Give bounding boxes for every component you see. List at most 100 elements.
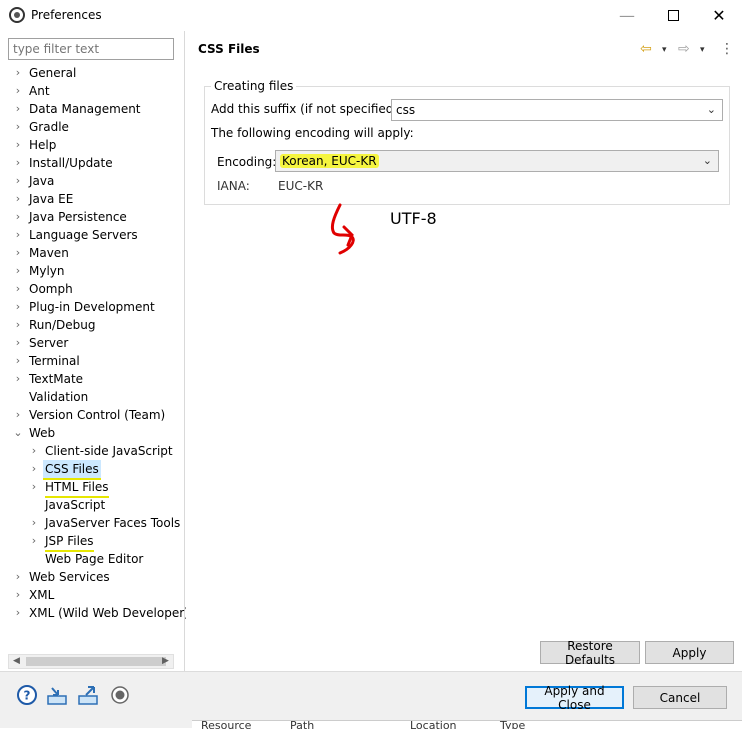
tree-item-client-side-javascript[interactable]: › Client-side JavaScript — [0, 442, 184, 460]
tree-item-label: Oomph — [29, 282, 73, 296]
expand-chevron-icon[interactable]: › — [13, 604, 23, 622]
expand-chevron-icon[interactable]: › — [29, 442, 39, 460]
expand-chevron-icon — [13, 388, 23, 406]
tree-item-version-control-team[interactable]: › Version Control (Team) — [0, 406, 184, 424]
expand-chevron-icon[interactable]: › — [13, 334, 23, 352]
maximize-button[interactable] — [650, 0, 696, 31]
expand-chevron-icon[interactable]: › — [13, 370, 23, 388]
tree-item-xml-wild-web-developer[interactable]: › XML (Wild Web Developer) — [0, 604, 189, 622]
expanded-chevron-icon[interactable]: ⌄ — [13, 424, 23, 442]
encoding-note: The following encoding will apply: — [211, 126, 414, 140]
tree-item-java-persistence[interactable]: › Java Persistence — [0, 208, 184, 226]
expand-chevron-icon[interactable]: › — [13, 154, 23, 172]
tree-item-textmate[interactable]: › TextMate — [0, 370, 184, 388]
filter-input[interactable] — [8, 38, 174, 60]
tree-item-label: Run/Debug — [29, 318, 96, 332]
expand-chevron-icon — [29, 496, 39, 514]
expand-chevron-icon[interactable]: › — [13, 190, 23, 208]
tree-item-label: Data Management — [29, 102, 141, 116]
tree-item-data-management[interactable]: › Data Management — [0, 100, 184, 118]
expand-chevron-icon[interactable]: › — [13, 172, 23, 190]
tree-item-install-update[interactable]: › Install/Update — [0, 154, 184, 172]
apply-button[interactable]: Apply — [645, 641, 734, 664]
tree-item-maven[interactable]: › Maven — [0, 244, 184, 262]
scroll-left-arrow-icon[interactable]: ◀ — [9, 655, 24, 668]
help-icon[interactable]: ? — [16, 684, 38, 706]
tree-item-mylyn[interactable]: › Mylyn — [0, 262, 184, 280]
forward-arrow-icon[interactable]: ⇨ — [678, 41, 690, 57]
tree-item-java-ee[interactable]: › Java EE — [0, 190, 184, 208]
expand-chevron-icon[interactable]: › — [13, 298, 23, 316]
maximize-icon — [667, 10, 679, 21]
import-icon[interactable] — [46, 684, 68, 706]
expand-chevron-icon[interactable]: › — [13, 280, 23, 298]
tree-item-javaserver-faces-tools[interactable]: › JavaServer Faces Tools — [0, 514, 184, 532]
tree-item-java[interactable]: › Java — [0, 172, 184, 190]
tree-item-help[interactable]: › Help — [0, 136, 184, 154]
record-icon[interactable] — [109, 684, 131, 706]
expand-chevron-icon[interactable]: › — [13, 136, 23, 154]
expand-chevron-icon[interactable]: › — [29, 478, 39, 496]
encoding-combo[interactable]: Korean, EUC-KR ⌄ — [275, 150, 719, 172]
tree-item-validation[interactable]: Validation — [0, 388, 184, 406]
expand-chevron-icon[interactable]: › — [13, 118, 23, 136]
scroll-right-arrow-icon[interactable]: ▶ — [158, 655, 173, 668]
forward-dropdown-icon[interactable]: ▾ — [700, 45, 705, 55]
expand-chevron-icon[interactable]: › — [13, 406, 23, 424]
tree-item-language-servers[interactable]: › Language Servers — [0, 226, 184, 244]
expand-chevron-icon[interactable]: › — [13, 244, 23, 262]
expand-chevron-icon[interactable]: › — [13, 100, 23, 118]
close-button[interactable]: ✕ — [696, 0, 742, 31]
restore-defaults-button[interactable]: Restore Defaults — [540, 639, 640, 667]
window-title: Preferences — [31, 8, 102, 22]
expand-chevron-icon[interactable]: › — [29, 514, 39, 532]
expand-chevron-icon[interactable]: › — [13, 262, 23, 280]
tree-item-web-services[interactable]: › Web Services — [0, 568, 184, 586]
expand-chevron-icon[interactable]: › — [13, 208, 23, 226]
tree-horizontal-scrollbar[interactable]: ◀ ▶ — [8, 654, 174, 669]
tree-item-label: JSP Files — [45, 532, 94, 552]
page-content: Creating files Add this suffix (if not s… — [186, 68, 742, 671]
eclipse-app-icon — [9, 7, 25, 23]
back-dropdown-icon[interactable]: ▾ — [662, 45, 667, 55]
tree-item-label: JavaServer Faces Tools — [45, 516, 181, 530]
expand-chevron-icon[interactable]: › — [13, 568, 23, 586]
expand-chevron-icon[interactable]: › — [29, 532, 39, 550]
tree-item-web-page-editor[interactable]: Web Page Editor — [0, 550, 184, 568]
expand-chevron-icon[interactable]: › — [13, 586, 23, 604]
tree-item-general[interactable]: › General — [0, 64, 184, 82]
tree-item-ant[interactable]: › Ant — [0, 82, 184, 100]
apply-and-close-button[interactable]: Apply and Close — [525, 684, 624, 712]
tree-item-oomph[interactable]: › Oomph — [0, 280, 184, 298]
tree-item-plug-in-development[interactable]: › Plug-in Development — [0, 298, 184, 316]
tree-item-label: JavaScript — [45, 498, 106, 512]
tree-item-server[interactable]: › Server — [0, 334, 184, 352]
red-annotation-arrow-icon — [330, 203, 355, 255]
suffix-combo[interactable]: css ⌄ — [391, 99, 723, 121]
tree-item-gradle[interactable]: › Gradle — [0, 118, 184, 136]
expand-chevron-icon[interactable]: › — [13, 316, 23, 334]
tree-item-xml[interactable]: › XML — [0, 586, 184, 604]
minimize-button[interactable]: — — [604, 0, 650, 31]
tree-item-web[interactable]: ⌄ Web — [0, 424, 184, 442]
tree-item-terminal[interactable]: › Terminal — [0, 352, 184, 370]
tree-item-label: Terminal — [29, 354, 80, 368]
scroll-thumb[interactable] — [26, 657, 166, 666]
export-icon[interactable] — [77, 684, 99, 706]
tree-item-label: Plug-in Development — [29, 300, 155, 314]
expand-chevron-icon[interactable]: › — [13, 226, 23, 244]
svg-text:?: ? — [24, 689, 31, 703]
page-title: CSS Files — [198, 42, 260, 56]
tree-item-jsp-files[interactable]: › JSP Files — [0, 532, 184, 552]
tree-item-html-files[interactable]: › HTML Files — [0, 478, 184, 498]
expand-chevron-icon[interactable]: › — [13, 352, 23, 370]
expand-chevron-icon[interactable]: › — [13, 82, 23, 100]
back-arrow-icon[interactable]: ⇦ — [640, 41, 652, 57]
tree-item-javascript[interactable]: JavaScript — [0, 496, 184, 514]
view-menu-icon[interactable]: ⋮ — [720, 41, 734, 57]
expand-chevron-icon[interactable]: › — [13, 64, 23, 82]
tree-item-run-debug[interactable]: › Run/Debug — [0, 316, 184, 334]
tree-item-css-files[interactable]: › CSS Files — [0, 460, 184, 480]
cancel-button[interactable]: Cancel — [633, 686, 727, 709]
expand-chevron-icon[interactable]: › — [29, 460, 39, 478]
